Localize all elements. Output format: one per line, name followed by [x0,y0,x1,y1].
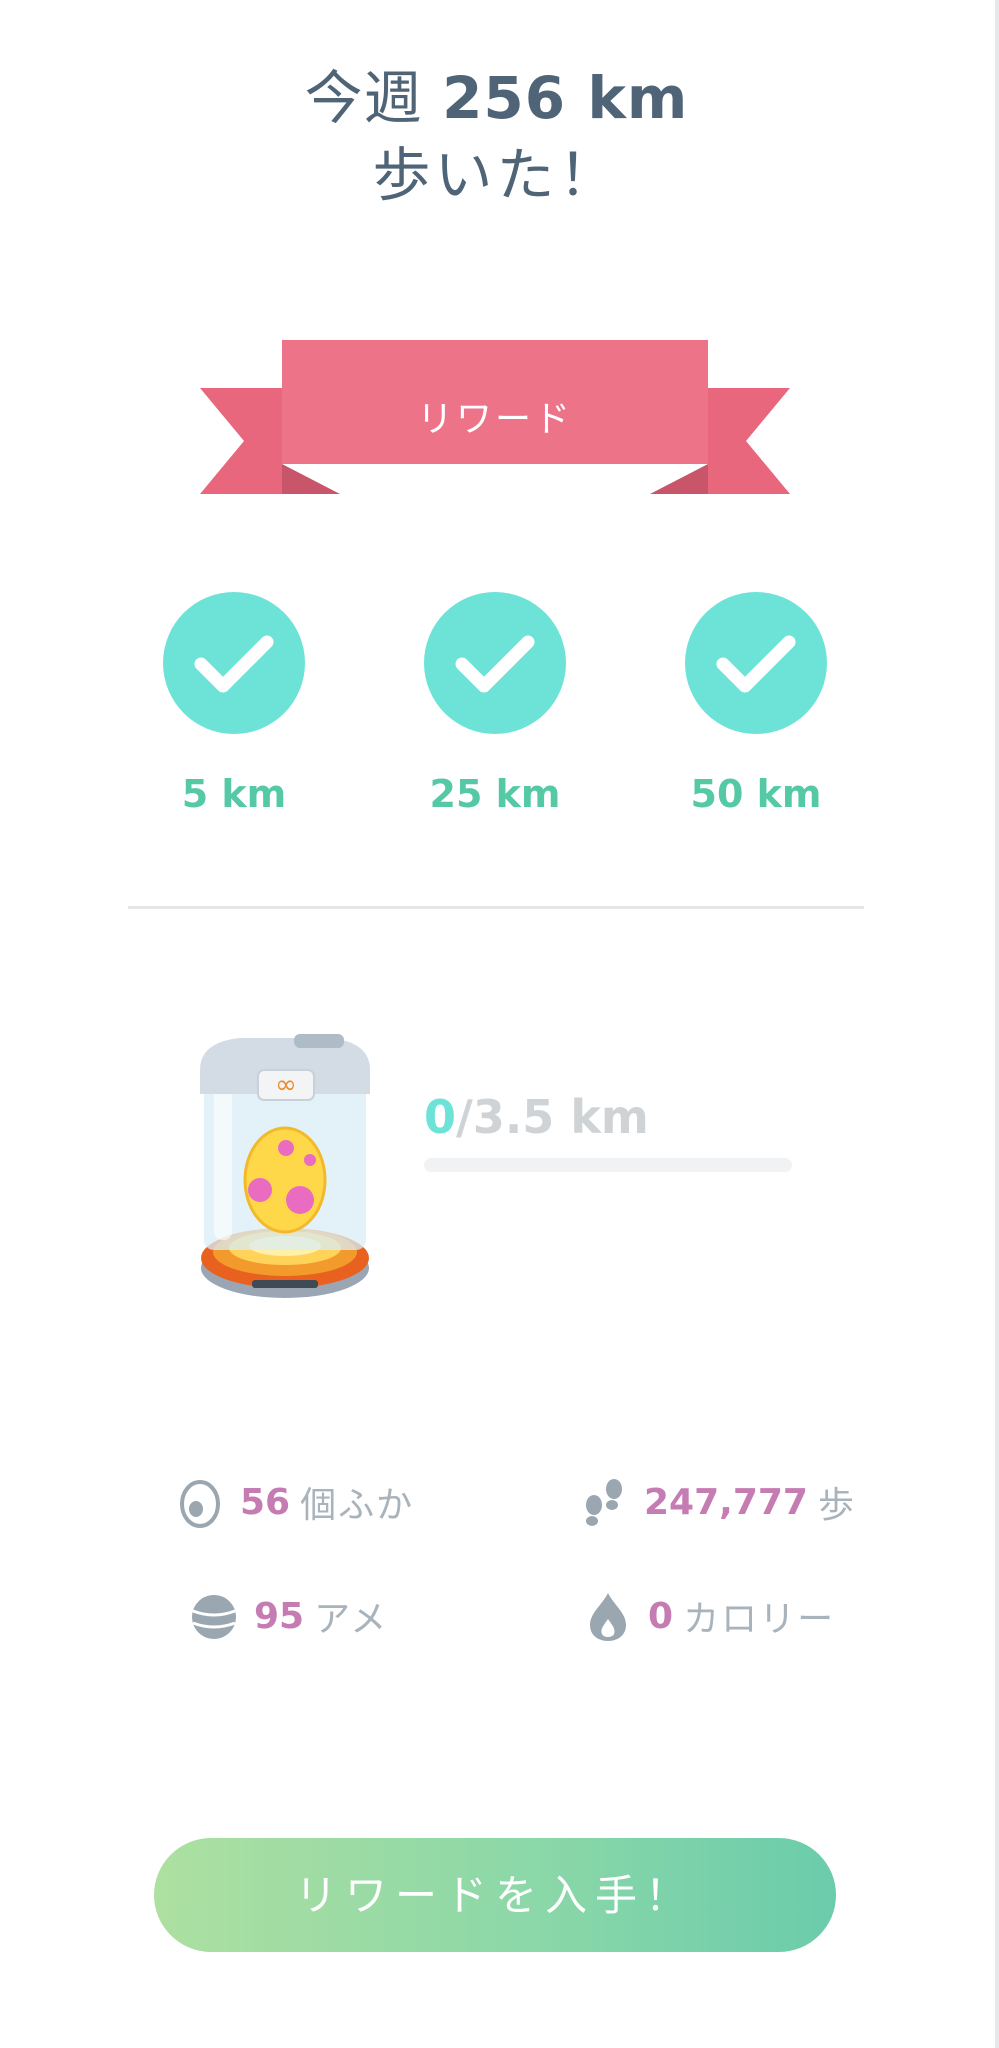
milestone-list: 5 km 25 km 50 km [0,592,993,832]
stat-candy-unit: アメ [314,1599,389,1640]
milestone-label: 5 km [181,772,287,816]
header-line-1: 今週 256 km [0,62,993,135]
svg-text:∞: ∞ [275,1070,297,1100]
milestone-check-icon [424,592,566,734]
stat-hatched-unit: 個ふか [300,1485,415,1526]
stat-hatched-value: 56 [240,1481,291,1523]
egg-icon [176,1475,224,1529]
weekly-distance: 256 km [442,64,689,132]
ribbon-label: リワード [416,399,573,440]
stat-steps: 247,777 歩 [580,1472,856,1532]
screen-edge [995,0,999,2048]
stat-calories-value: 0 [648,1595,674,1637]
stat-calories: 0 カロリー [584,1586,835,1646]
milestone-check-icon [163,592,305,734]
milestone-50km: 50 km [656,592,856,816]
stat-candy-value: 95 [254,1595,305,1637]
stat-hatched: 56 個ふか [176,1472,414,1532]
milestone-5km: 5 km [134,592,334,816]
milestone-check-icon [685,592,827,734]
milestone-label: 50 km [690,772,822,816]
candy-icon [190,1589,238,1643]
stat-steps-unit: 歩 [817,1485,856,1526]
flame-icon [584,1589,632,1643]
footprints-icon [580,1475,628,1529]
rewards-ribbon: リワード [200,340,790,500]
stat-calories-unit: カロリー [683,1599,836,1640]
milestone-label: 25 km [429,772,561,816]
weekly-summary-screen: 今週 256 km 歩いた！ リワード 5 km 25 km 50 km ∞ 0… [0,0,999,2048]
weekly-distance-header: 今週 256 km 歩いた！ [0,62,993,211]
incubator-egg-icon[interactable]: ∞ [190,1030,380,1310]
stat-candy: 95 アメ [190,1586,388,1646]
egg-progress-text: 0/3.5 km [424,1090,649,1144]
milestone-25km: 25 km [395,592,595,816]
egg-progress-current: 0 [424,1090,457,1144]
claim-reward-button[interactable]: リワードを入手！ [154,1838,836,1952]
stat-steps-value: 247,777 [644,1481,808,1523]
egg-progress-bar [424,1158,792,1172]
header-prefix: 今週 [304,64,423,132]
section-divider [128,906,864,909]
header-line-2: 歩いた！ [372,140,621,209]
egg-progress-total: /3.5 km [456,1090,649,1144]
